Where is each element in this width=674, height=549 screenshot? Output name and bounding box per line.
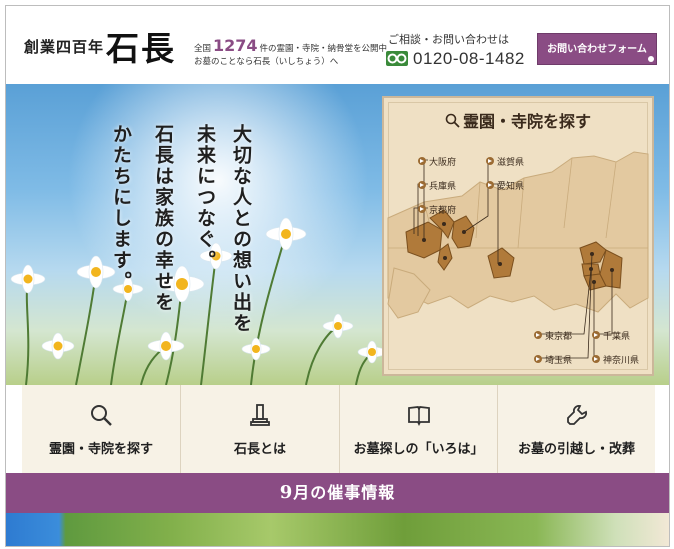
pref-link-saitama[interactable]: 埼玉県 [534, 353, 572, 366]
nav-search-cemetery[interactable]: 霊園・寺院を探す [22, 385, 181, 473]
main-nav: 霊園・寺院を探す 石長とは お墓探しの「いろは」 お墓の引越し・改葬 [22, 385, 655, 473]
pref-link-aichi[interactable]: 愛知県 [486, 179, 524, 192]
inquiry-form-label: お問い合わせフォーム [547, 44, 647, 55]
nav-grave-relocation-label: お墓の引越し・改葬 [517, 442, 635, 457]
search-icon [91, 405, 112, 426]
contact-label: ご相談・お問い合わせは [388, 33, 509, 46]
cemetery-count: 1274 [213, 36, 258, 55]
events-month: 9 [279, 482, 294, 503]
phone-number: 0120-08-1482 [413, 49, 525, 68]
site-header: 創業四百年 石長 全国 1274 件の霊園・寺院・納骨堂を公開中 お墓のことなら石長… [6, 6, 669, 84]
book-icon [407, 406, 430, 427]
pref-link-chiba[interactable]: 千葉県 [592, 329, 630, 342]
intro-count-line: 全国 1274 件の霊園・寺院・納骨堂を公開中 [194, 36, 387, 55]
nav-about[interactable]: 石長とは [181, 385, 340, 473]
hero-copy-line-3: 石長は家族の幸せを [152, 124, 174, 313]
intro-line-2: お墓のことなら石長（いしちょう）へ [194, 57, 339, 67]
wrench-icon [566, 405, 587, 425]
pref-link-shiga[interactable]: 滋賀県 [486, 155, 524, 168]
corner-arrow-icon [648, 56, 654, 62]
events-heading-bar: 9月の催事情報 [6, 473, 669, 520]
events-photo-strip [6, 513, 669, 546]
inquiry-form-button[interactable]: お問い合わせフォーム [537, 33, 657, 65]
nav-search-cemetery-label: 霊園・寺院を探す [48, 442, 153, 457]
hero-copy-line-2: 未来につなぐ。 [194, 124, 216, 271]
pref-link-tokyo[interactable]: 東京都 [534, 329, 572, 342]
page-frame: 創業四百年 石長 全国 1274 件の霊園・寺院・納骨堂を公開中 お墓のことなら石長… [5, 5, 670, 547]
nav-grave-guide-label: お墓探しの「いろは」 [353, 442, 484, 457]
events-title: 9月の催事情報 [6, 473, 669, 513]
hero-copy-line-4: かたちにします。 [110, 124, 132, 292]
nav-grave-relocation[interactable]: お墓の引越し・改葬 [498, 385, 655, 473]
gravestone-icon [250, 404, 270, 426]
intro-suffix: 件の霊園・寺院・納骨堂を公開中 [259, 44, 388, 54]
free-dial-icon [386, 51, 408, 66]
site-logo[interactable]: 石長 [106, 22, 176, 70]
area-search-map: 霊園・寺院を探す 大阪府 兵庫県 京都府 滋賀県 愛知県 東京都 埼玉県 千葉県… [382, 96, 654, 376]
pref-link-kyoto[interactable]: 京都府 [418, 203, 456, 216]
hero-copy-line-1: 大切な人との想い出を [230, 124, 252, 334]
intro-prefix: 全国 [194, 44, 212, 54]
pref-link-hyogo[interactable]: 兵庫県 [418, 179, 456, 192]
hero-banner: 大切な人との想い出を 未来につなぐ。 石長は家族の幸せを かたちにします。 霊園… [6, 84, 669, 385]
phone-number-link[interactable]: 0120-08-1482 [386, 49, 536, 69]
nav-grave-guide[interactable]: お墓探しの「いろは」 [340, 385, 498, 473]
pref-link-osaka[interactable]: 大阪府 [418, 155, 456, 168]
pref-link-kanagawa[interactable]: 神奈川県 [592, 353, 639, 366]
nav-about-label: 石長とは [233, 442, 286, 457]
brand-tagline: 創業四百年 [24, 38, 105, 56]
events-title-suffix: 月の催事情報 [293, 483, 396, 502]
